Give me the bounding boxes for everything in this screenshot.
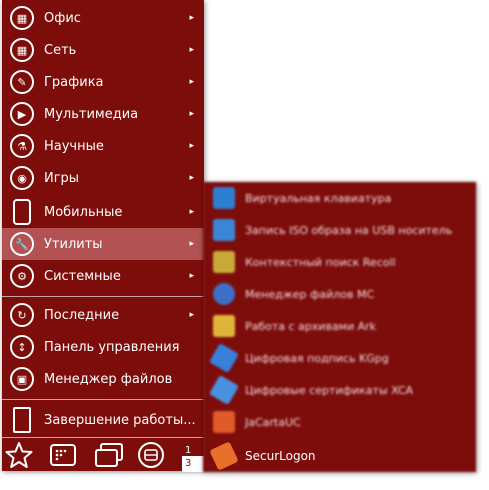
submenu-item-kgpg[interactable]: Цифровая подпись KGpg [203,342,476,374]
submenu-item-ark[interactable]: Работа с архивами Ark [203,310,476,342]
chevron-right-icon: ▸ [189,77,194,87]
menu-separator [2,399,204,400]
key-icon [208,342,240,374]
graphics-icon: ✎ [10,70,34,94]
menu-separator [2,296,204,297]
submenu-item-virtual-keyboard[interactable]: Виртуальная клавиатура [203,182,476,214]
chevron-right-icon: ▸ [189,13,194,23]
science-icon: ⚗ [10,134,34,158]
submenu-item-xca[interactable]: Цифровые сертификаты XCA [203,374,476,406]
taskbar: 1 3 [2,438,204,472]
multimedia-icon: ▶ [10,102,34,126]
mobile-icon [13,199,31,225]
chevron-right-icon: ▸ [189,141,194,151]
chevron-right-icon: ▸ [189,239,194,249]
chevron-right-icon: ▸ [189,207,194,217]
start-menu: ▦ Офис ▸ ▦ Сеть ▸ ✎ Графика ▸ ▶ Мультиме… [2,0,204,472]
submenu-item-mc[interactable]: Менеджер файлов МС [203,278,476,310]
archive-icon [213,315,235,337]
chevron-right-icon: ▸ [189,173,194,183]
menu-item-office[interactable]: ▦ Офис ▸ [2,2,204,34]
submenu-item-iso-usb[interactable]: Запись ISO образа на USB носитель [203,214,476,246]
submenu-item-jacarta[interactable]: JaCartaUC [203,406,476,438]
windows-icon[interactable] [92,441,126,468]
favorites-star-icon[interactable] [4,441,34,468]
control-panel-icon: ↕ [10,335,34,359]
menu-item-multimedia[interactable]: ▶ Мультимедиа ▸ [2,98,204,130]
chevron-right-icon: ▸ [189,45,194,55]
office-icon: ▦ [10,6,34,30]
chevron-right-icon: ▸ [189,109,194,119]
menu-item-utilities[interactable]: 🔧 Утилиты ▸ [2,228,204,260]
menu-item-file-manager[interactable]: ▣ Менеджер файлов [2,363,204,395]
menu-item-system[interactable]: ⚙ Системные ▸ [2,260,204,292]
recent-icon: ↻ [10,303,34,327]
menu-item-mobile[interactable]: Мобильные ▸ [2,196,204,228]
chevron-right-icon: ▸ [189,271,194,281]
menu-item-control-panel[interactable]: ↕ Панель управления [2,331,204,363]
apps-grid-icon[interactable] [48,441,78,468]
chevron-right-icon: ▸ [189,310,194,320]
menu-item-network[interactable]: ▦ Сеть ▸ [2,34,204,66]
games-icon: ◉ [10,166,34,190]
shutdown-icon [13,407,31,433]
menu-item-shutdown[interactable]: Завершение работы... [2,404,204,436]
menu-item-science[interactable]: ⚗ Научные ▸ [2,130,204,162]
usb-icon [213,219,235,241]
file-manager-icon: ▣ [10,367,34,391]
system-icon: ⚙ [10,264,34,288]
utilities-submenu: Виртуальная клавиатура Запись ISO образа… [203,182,476,472]
menu-item-graphics[interactable]: ✎ Графика ▸ [2,66,204,98]
submenu-item-securlogon[interactable]: SecurLogon [203,440,476,472]
mc-icon [213,283,235,305]
submenu-item-recoll[interactable]: Контекстный поиск Recoll [203,246,476,278]
storage-icon[interactable] [136,441,166,468]
workspace-3[interactable]: 3 [182,456,204,472]
keyboard-icon [213,187,235,209]
network-icon: ▦ [10,38,34,62]
usb-token-icon [209,441,239,471]
menu-item-games[interactable]: ◉ Игры ▸ [2,162,204,194]
jacarta-icon [213,411,235,433]
menu-item-recent[interactable]: ↻ Последние ▸ [2,299,204,331]
recoll-icon [213,251,235,273]
utilities-icon: 🔧 [10,232,34,256]
certificate-icon [208,374,240,406]
